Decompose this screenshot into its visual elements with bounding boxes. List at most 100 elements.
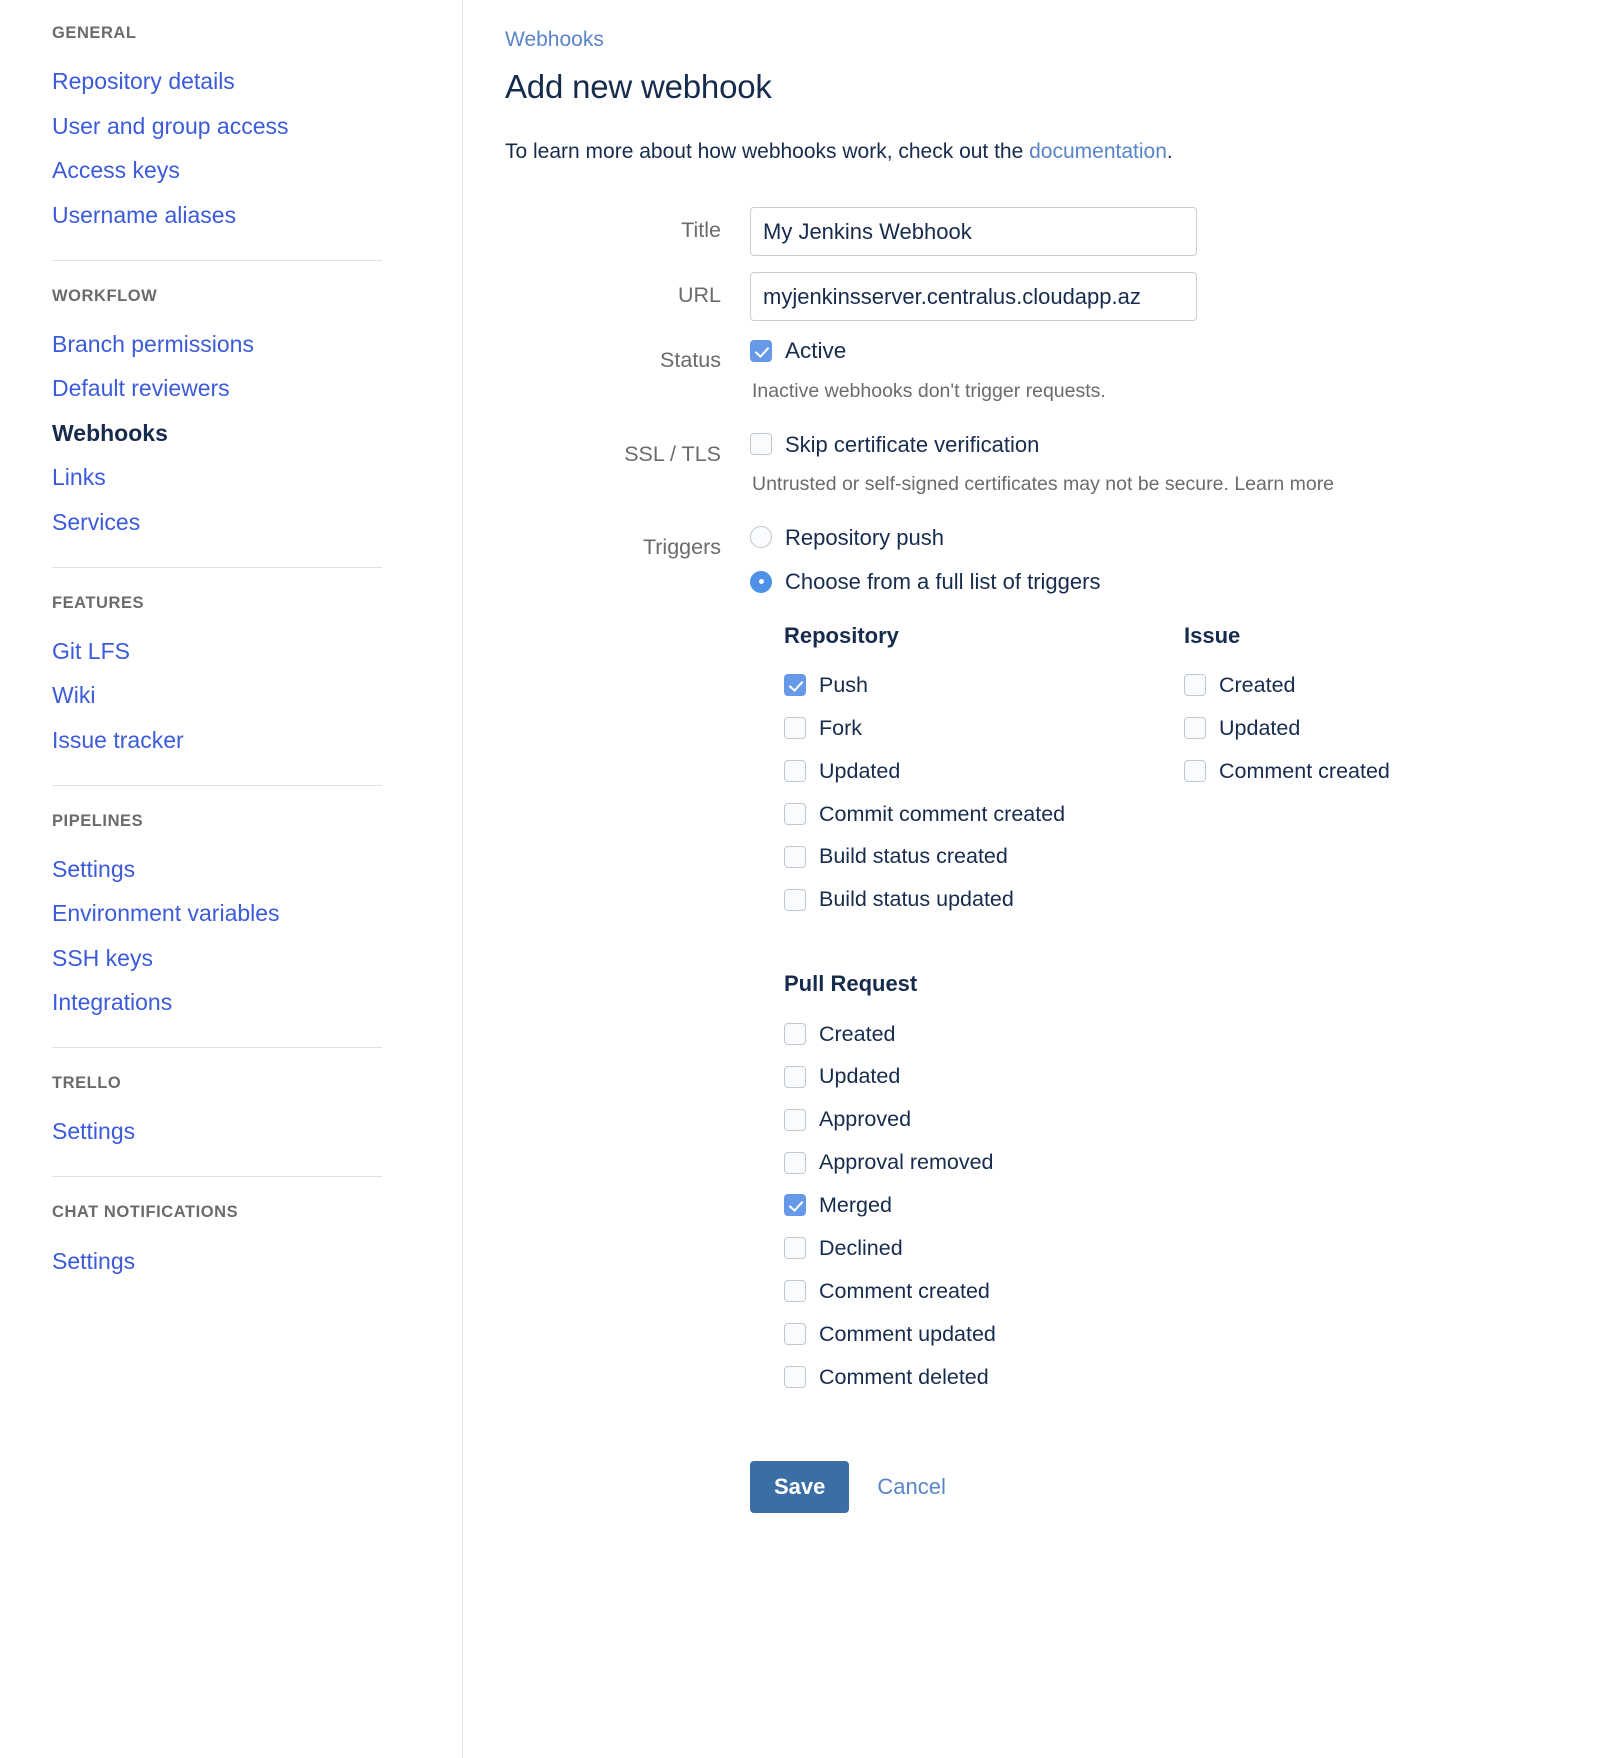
trigger-checkbox-label: Approved	[819, 1107, 912, 1132]
trigger-checkbox-issue-updated[interactable]	[1184, 717, 1206, 740]
trigger-checkbox-row-repository-fork[interactable]: Fork	[784, 707, 1184, 750]
trigger-checkbox-row-pull-request-approved[interactable]: Approved	[784, 1098, 1184, 1141]
skip-cert-checkbox-row[interactable]: Skip certificate verification	[750, 431, 1618, 459]
trigger-radio-repository-push[interactable]	[750, 526, 772, 549]
active-checkbox-label: Active	[785, 338, 847, 364]
trigger-group-repository: Repository Push Fork Updated Commit comment …	[784, 623, 1184, 922]
trigger-checkbox-pull-request-updated[interactable]	[784, 1065, 806, 1088]
trigger-checkbox-label: Build status updated	[819, 887, 1014, 912]
status-label: Status	[660, 348, 721, 373]
trigger-checkbox-label: Comment created	[1219, 758, 1390, 783]
sidebar-item-settings[interactable]: Settings	[52, 1110, 382, 1154]
documentation-link[interactable]: documentation	[1029, 140, 1167, 163]
webhook-form: Title URL Status Active	[505, 207, 1618, 1514]
trigger-checkbox-pull-request-comment-deleted[interactable]	[784, 1365, 806, 1388]
trigger-checkbox-repository-fork[interactable]	[784, 717, 806, 740]
trigger-checkbox-issue-comment-created[interactable]	[1184, 760, 1206, 783]
title-input[interactable]	[750, 207, 1197, 257]
trigger-checkbox-row-pull-request-comment-updated[interactable]: Comment updated	[784, 1313, 1184, 1356]
trigger-checkbox-row-repository-push[interactable]: Push	[784, 664, 1184, 707]
sidebar-item-access-keys[interactable]: Access keys	[52, 149, 382, 193]
sidebar-item-settings[interactable]: Settings	[52, 847, 382, 891]
sidebar-item-repository-details[interactable]: Repository details	[52, 60, 382, 104]
sidebar-item-links[interactable]: Links	[52, 456, 382, 500]
trigger-radio-full-list[interactable]	[750, 570, 772, 593]
trigger-checkbox-row-pull-request-declined[interactable]: Declined	[784, 1227, 1184, 1270]
breadcrumb-webhooks[interactable]: Webhooks	[505, 26, 604, 53]
trigger-checkbox-row-issue-comment-created[interactable]: Comment created	[1184, 750, 1390, 793]
sidebar-item-issue-tracker[interactable]: Issue tracker	[52, 718, 382, 762]
learn-more-link[interactable]: Learn more	[1234, 473, 1334, 495]
trigger-checkbox-pull-request-approved[interactable]	[784, 1108, 806, 1131]
trigger-checkbox-pull-request-declined[interactable]	[784, 1237, 806, 1260]
trigger-checkbox-pull-request-comment-updated[interactable]	[784, 1323, 806, 1346]
skip-cert-checkbox[interactable]	[750, 433, 772, 456]
sidebar-item-environment-variables[interactable]: Environment variables	[52, 892, 382, 936]
trigger-checkbox-repository-commit-comment-created[interactable]	[784, 802, 806, 825]
trigger-checkbox-row-pull-request-merged[interactable]: Merged	[784, 1184, 1184, 1227]
page-title: Add new webhook	[505, 68, 772, 106]
active-checkbox-row[interactable]: Active	[750, 337, 1618, 365]
sidebar-section-features: FEATURES Git LFS Wiki Issue tracker	[52, 566, 382, 785]
sidebar-item-username-aliases[interactable]: Username aliases	[52, 193, 382, 237]
trigger-group-title: Repository	[784, 622, 899, 648]
form-actions: Save Cancel	[750, 1461, 1618, 1514]
trigger-checkbox-row-pull-request-comment-deleted[interactable]: Comment deleted	[784, 1356, 1184, 1399]
sidebar-item-git-lfs[interactable]: Git LFS	[52, 629, 382, 673]
active-checkbox[interactable]	[750, 340, 772, 363]
sidebar-item-wiki[interactable]: Wiki	[52, 674, 382, 718]
sidebar-item-default-reviewers[interactable]: Default reviewers	[52, 367, 382, 411]
trigger-checkbox-row-pull-request-updated[interactable]: Updated	[784, 1055, 1184, 1098]
field-row-title: Title	[505, 207, 1618, 257]
trigger-checkbox-label: Commit comment created	[819, 801, 1066, 826]
trigger-checkbox-row-repository-build-status-created[interactable]: Build status created	[784, 835, 1184, 878]
ssl-control: Skip certificate verification Untrusted …	[750, 431, 1618, 498]
trigger-checkbox-row-issue-updated[interactable]: Updated	[1184, 707, 1390, 750]
trigger-checkbox-issue-created[interactable]	[1184, 674, 1206, 697]
trigger-group-issue: Issue Created Updated Comment created	[1184, 623, 1390, 793]
trigger-radio-repository-push-row[interactable]: Repository push	[750, 524, 1618, 552]
trigger-checkbox-label: Comment deleted	[819, 1364, 989, 1389]
sidebar-item-webhooks[interactable]: Webhooks	[52, 411, 382, 455]
trigger-checkbox-repository-build-status-updated[interactable]	[784, 888, 806, 911]
url-input[interactable]	[750, 272, 1197, 322]
trigger-checkbox-row-pull-request-comment-created[interactable]: Comment created	[784, 1270, 1184, 1313]
status-control: Active Inactive webhooks don't trigger r…	[750, 337, 1618, 404]
trigger-checkbox-row-issue-created[interactable]: Created	[1184, 664, 1390, 707]
sidebar-item-integrations[interactable]: Integrations	[52, 981, 382, 1025]
cancel-button[interactable]: Cancel	[877, 1474, 945, 1500]
skip-cert-checkbox-label: Skip certificate verification	[785, 431, 1040, 457]
trigger-checkbox-pull-request-approval-removed[interactable]	[784, 1151, 806, 1174]
trigger-checkbox-repository-build-status-created[interactable]	[784, 845, 806, 868]
ssl-hint-text: Untrusted or self-signed certificates ma…	[752, 473, 1229, 496]
trigger-checkbox-row-repository-commit-comment-created[interactable]: Commit comment created	[784, 793, 1184, 836]
trigger-group-title: Issue	[1184, 622, 1241, 648]
trigger-checkbox-row-pull-request-created[interactable]: Created	[784, 1013, 1184, 1056]
main-content: Webhooks Add new webhook To learn more a…	[463, 0, 1618, 1758]
trigger-checkbox-label: Approval removed	[819, 1150, 994, 1175]
sidebar-item-ssh-keys[interactable]: SSH keys	[52, 936, 382, 980]
trigger-checkbox-repository-push[interactable]	[784, 674, 806, 697]
trigger-checkbox-pull-request-merged[interactable]	[784, 1194, 806, 1217]
trigger-checkbox-row-pull-request-approval-removed[interactable]: Approval removed	[784, 1141, 1184, 1184]
sidebar-item-settings[interactable]: Settings	[52, 1239, 382, 1283]
trigger-checkbox-label: Updated	[819, 1064, 901, 1089]
trigger-checkbox-row-repository-updated[interactable]: Updated	[784, 750, 1184, 793]
sidebar-section-pipelines: PIPELINES Settings Environment variables SS…	[52, 784, 382, 1048]
trigger-checkbox-pull-request-comment-created[interactable]	[784, 1280, 806, 1303]
title-label: Title	[681, 218, 721, 243]
trigger-checkbox-row-repository-build-status-updated[interactable]: Build status updated	[784, 878, 1184, 921]
trigger-column-right: Issue Created Updated Comment created	[1184, 623, 1390, 1399]
save-button[interactable]: Save	[750, 1461, 850, 1514]
sidebar-item-user-and-group-access[interactable]: User and group access	[52, 104, 382, 148]
triggers-control: Repository push Choose from a full list …	[750, 524, 1618, 1399]
trigger-checkbox-label: Updated	[819, 758, 901, 783]
sidebar-item-branch-permissions[interactable]: Branch permissions	[52, 322, 382, 366]
trigger-checkbox-repository-updated[interactable]	[784, 760, 806, 783]
trigger-checkbox-pull-request-created[interactable]	[784, 1022, 806, 1045]
sidebar-section-title: CHAT NOTIFICATIONS	[52, 1203, 239, 1222]
sidebar-item-services[interactable]: Services	[52, 500, 382, 544]
settings-sidebar: GENERAL Repository details User and group …	[0, 0, 463, 1758]
trigger-radio-full-list-row[interactable]: Choose from a full list of triggers	[750, 568, 1618, 596]
trigger-checkbox-label: Comment created	[819, 1278, 990, 1303]
